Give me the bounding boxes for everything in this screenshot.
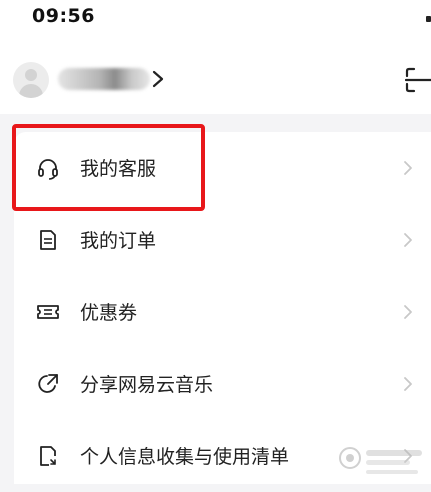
avatar[interactable] <box>13 62 49 98</box>
username-blurred[interactable] <box>58 68 150 90</box>
menu-item-label: 我的订单 <box>80 230 157 252</box>
profile-header <box>0 40 431 114</box>
status-bar: 09:56 <box>0 0 431 40</box>
chevron-right-icon <box>404 233 412 247</box>
share-icon <box>38 374 58 393</box>
status-time: 09:56 <box>32 5 95 27</box>
annotation-highlight-box <box>12 124 205 211</box>
document-icon <box>40 230 56 250</box>
menu-item-my-orders[interactable]: 我的订单 <box>14 204 431 276</box>
menu-item-share[interactable]: 分享网易云音乐 <box>14 348 431 420</box>
avatar-head <box>25 69 37 81</box>
chevron-right-icon <box>404 305 412 319</box>
menu-item-label: 个人信息收集与使用清单 <box>80 446 290 468</box>
ticket-icon <box>37 305 59 319</box>
menu-item-coupons[interactable]: 优惠券 <box>14 276 431 348</box>
menu-item-label: 优惠券 <box>80 302 138 324</box>
avatar-shoulders <box>19 84 43 98</box>
scan-icon[interactable] <box>405 67 431 93</box>
menu-item-label: 分享网易云音乐 <box>80 374 214 396</box>
signal-icon <box>426 16 431 22</box>
watermark-logo <box>339 447 422 474</box>
info-doc-icon <box>40 446 56 466</box>
chevron-right-icon[interactable] <box>150 70 166 88</box>
chevron-right-icon <box>404 377 412 391</box>
chevron-right-icon <box>404 161 412 175</box>
